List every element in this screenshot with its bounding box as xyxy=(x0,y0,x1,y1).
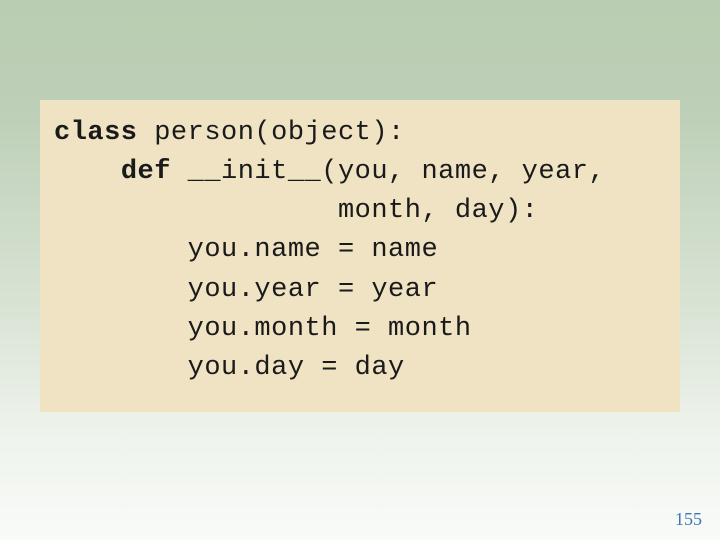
code-line-2-indent xyxy=(54,157,121,187)
code-line-3: month, day): xyxy=(54,196,538,226)
page-number: 155 xyxy=(675,509,702,530)
code-line-4: you.name = name xyxy=(54,235,438,265)
code-block: class person(object): def __init__(you, … xyxy=(40,100,680,412)
keyword-class: class xyxy=(54,118,138,148)
keyword-def: def xyxy=(121,157,171,187)
code-line-7: you.day = day xyxy=(54,353,405,383)
code-line-1-rest: person(object): xyxy=(138,118,405,148)
slide: class person(object): def __init__(you, … xyxy=(0,0,720,540)
code-line-6: you.month = month xyxy=(54,314,472,344)
code-line-2-rest: __init__(you, name, year, xyxy=(171,157,605,187)
code-line-5: you.year = year xyxy=(54,275,438,305)
